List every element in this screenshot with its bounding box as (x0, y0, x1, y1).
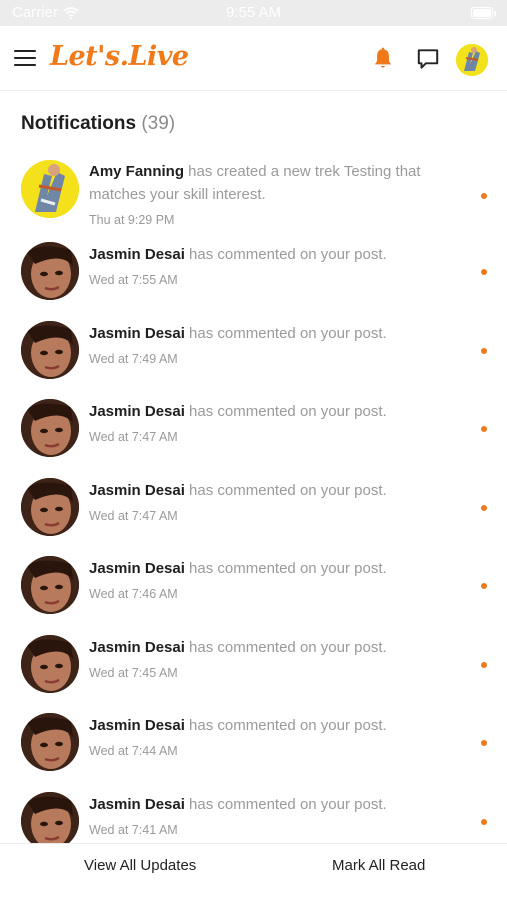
notification-text: Amy Fanning has created a new trek Testi… (89, 160, 439, 206)
notification-text: Jasmin Desai has commented on your post. (89, 714, 439, 737)
profile-avatar[interactable] (456, 44, 488, 76)
bell-icon[interactable] (370, 46, 396, 72)
page-title-text: Notifications (21, 113, 137, 134)
unread-indicator (481, 661, 487, 668)
notification-item[interactable]: Jasmin Desai has commented on your post.… (0, 242, 507, 321)
notification-item[interactable]: Amy Fanning has created a new trek Testi… (0, 150, 507, 242)
status-bar: Carrier 9:55 AM (0, 0, 507, 26)
unread-indicator (481, 740, 487, 746)
notification-timestamp: Wed at 7:49 AM (89, 351, 178, 366)
notification-text: Jasmin Desai has commented on your post. (89, 243, 439, 266)
notification-timestamp: Wed at 7:55 AM (89, 273, 178, 287)
unread-indicator (481, 504, 487, 511)
notification-text: Jasmin Desai has commented on your post. (89, 793, 439, 816)
notification-list[interactable]: Amy Fanning has created a new trek Testi… (0, 150, 507, 843)
avatar[interactable] (21, 791, 79, 843)
unread-indicator (481, 269, 487, 275)
notification-message: has commented on your post. (184, 638, 387, 656)
notification-timestamp: Wed at 7:45 AM (89, 665, 178, 680)
mark-all-read-button[interactable]: Mark All Read (332, 857, 425, 874)
unread-indicator (481, 426, 487, 432)
avatar[interactable] (21, 556, 79, 614)
notification-item[interactable]: Jasmin Desai has commented on your post.… (0, 556, 507, 635)
notification-text: Jasmin Desai has commented on your post. (89, 322, 439, 345)
notification-message: has commented on your post. (184, 560, 387, 577)
notification-text: Jasmin Desai has commented on your post. (89, 636, 439, 659)
notification-item[interactable]: Jasmin Desai has commented on your post.… (0, 320, 507, 400)
page-title: Notifications (39) (21, 113, 175, 135)
notification-message: has commented on your post. (184, 246, 387, 263)
avatar[interactable] (21, 242, 79, 300)
unread-indicator (481, 347, 487, 354)
notification-message: has commented on your post. (184, 717, 387, 734)
notification-user-name[interactable]: Jasmin Desai (89, 717, 185, 734)
notification-timestamp: Wed at 7:46 AM (89, 587, 178, 601)
notification-count: (39) (141, 113, 176, 134)
view-all-updates-button[interactable]: View All Updates (84, 857, 196, 874)
notification-timestamp: Wed at 7:47 AM (89, 508, 178, 523)
notification-user-name[interactable]: Jasmin Desai (89, 482, 185, 499)
notification-user-name[interactable]: Jasmin Desai (89, 796, 185, 813)
app-logo[interactable]: Let's.Live (50, 41, 189, 72)
avatar[interactable] (21, 399, 79, 457)
unread-indicator (481, 818, 487, 825)
footer-bar: View All Updates Mark All Read (0, 843, 507, 901)
notification-message: has commented on your post. (184, 324, 387, 342)
notification-user-name[interactable]: Jasmin Desai (89, 403, 185, 420)
notification-user-name[interactable]: Amy Fanning (89, 163, 184, 180)
notification-timestamp: Wed at 7:44 AM (89, 744, 178, 758)
avatar[interactable] (21, 477, 79, 536)
notification-user-name[interactable]: Jasmin Desai (89, 246, 185, 263)
notification-item[interactable]: Jasmin Desai has commented on your post.… (0, 477, 507, 557)
battery-icon (471, 7, 496, 19)
notification-user-name[interactable]: Jasmin Desai (89, 325, 185, 342)
unread-indicator (481, 193, 487, 199)
notification-user-name[interactable]: Jasmin Desai (89, 560, 185, 577)
notification-item[interactable]: Jasmin Desai has commented on your post.… (0, 713, 507, 792)
notification-message: has commented on your post. (184, 403, 387, 420)
notification-timestamp: Thu at 9:29 PM (89, 213, 175, 227)
avatar[interactable] (21, 713, 79, 771)
profile-avatar-image (456, 44, 488, 76)
notification-item[interactable]: Jasmin Desai has commented on your post.… (0, 634, 507, 714)
notification-message: has commented on your post. (184, 795, 387, 813)
notification-text: Jasmin Desai has commented on your post. (89, 400, 439, 423)
notification-text: Jasmin Desai has commented on your post. (89, 479, 439, 502)
notification-message: has commented on your post. (184, 481, 387, 499)
unread-indicator (481, 583, 487, 589)
avatar[interactable] (21, 634, 79, 693)
chat-bubble-icon[interactable] (415, 46, 441, 72)
status-time: 9:55 AM (225, 4, 282, 21)
notification-user-name[interactable]: Jasmin Desai (89, 639, 185, 656)
avatar[interactable] (21, 320, 79, 379)
notification-timestamp: Wed at 7:47 AM (89, 430, 178, 444)
avatar[interactable] (21, 160, 79, 218)
notification-item[interactable]: Jasmin Desai has commented on your post.… (0, 399, 507, 478)
notification-item[interactable]: Jasmin Desai has commented on your post.… (0, 791, 507, 843)
notification-text: Jasmin Desai has commented on your post. (89, 557, 439, 580)
hamburger-menu-icon[interactable] (14, 50, 36, 68)
app-header: Let's.Live (0, 26, 507, 91)
notification-timestamp: Wed at 7:41 AM (89, 822, 178, 837)
